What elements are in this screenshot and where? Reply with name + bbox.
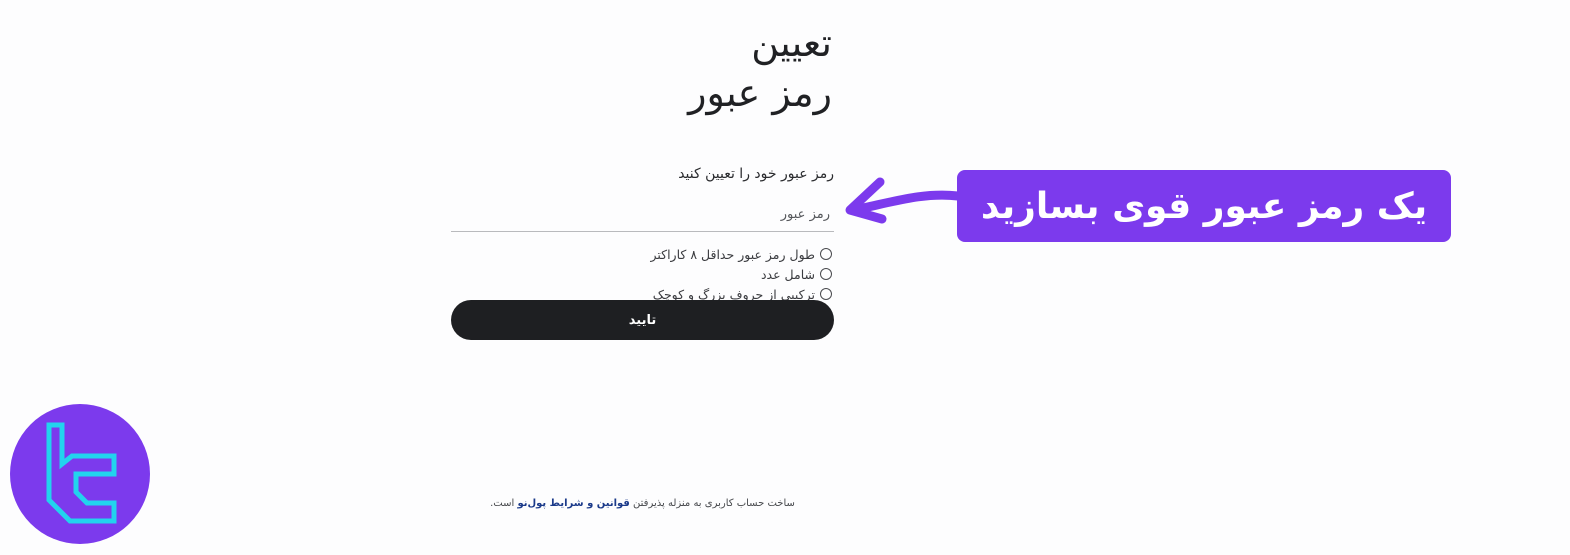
password-rule-length: طول رمز عبور حداقل ۸ کاراکتر: [650, 244, 832, 264]
tradingfinder-logo-icon: [10, 404, 150, 544]
footer-prefix: ساخت حساب کاربری به منزله پذیرفتن: [633, 498, 795, 509]
annotation-callout: یک رمز عبور قوی بسازید: [957, 170, 1451, 242]
footer-suffix: است.: [490, 498, 515, 509]
rule-status-radio-icon: [820, 248, 832, 260]
terms-footer: ساخت حساب کاربری به منزله پذیرفتن قوانین…: [440, 498, 845, 509]
rule-status-radio-icon: [820, 288, 832, 300]
confirm-button[interactable]: تایید: [451, 300, 834, 340]
rule-status-radio-icon: [820, 268, 832, 280]
page-title-line2: رمز عبور: [688, 71, 832, 115]
password-input[interactable]: [451, 198, 834, 232]
annotation-arrow-icon: [845, 177, 963, 224]
password-rules-list: طول رمز عبور حداقل ۸ کاراکتر شامل عدد تر…: [650, 244, 832, 304]
password-rule-number: شامل عدد: [650, 264, 832, 284]
terms-link[interactable]: قوانین و شرایط پول‌نو: [517, 498, 629, 509]
page-title-line1: تعیین: [751, 21, 832, 65]
rule-label: طول رمز عبور حداقل ۸ کاراکتر: [650, 246, 815, 262]
page-title: تعیین رمز عبور: [532, 18, 832, 118]
password-instruction: رمز عبور خود را تعیین کنید: [678, 166, 834, 182]
rule-label: شامل عدد: [760, 266, 815, 282]
